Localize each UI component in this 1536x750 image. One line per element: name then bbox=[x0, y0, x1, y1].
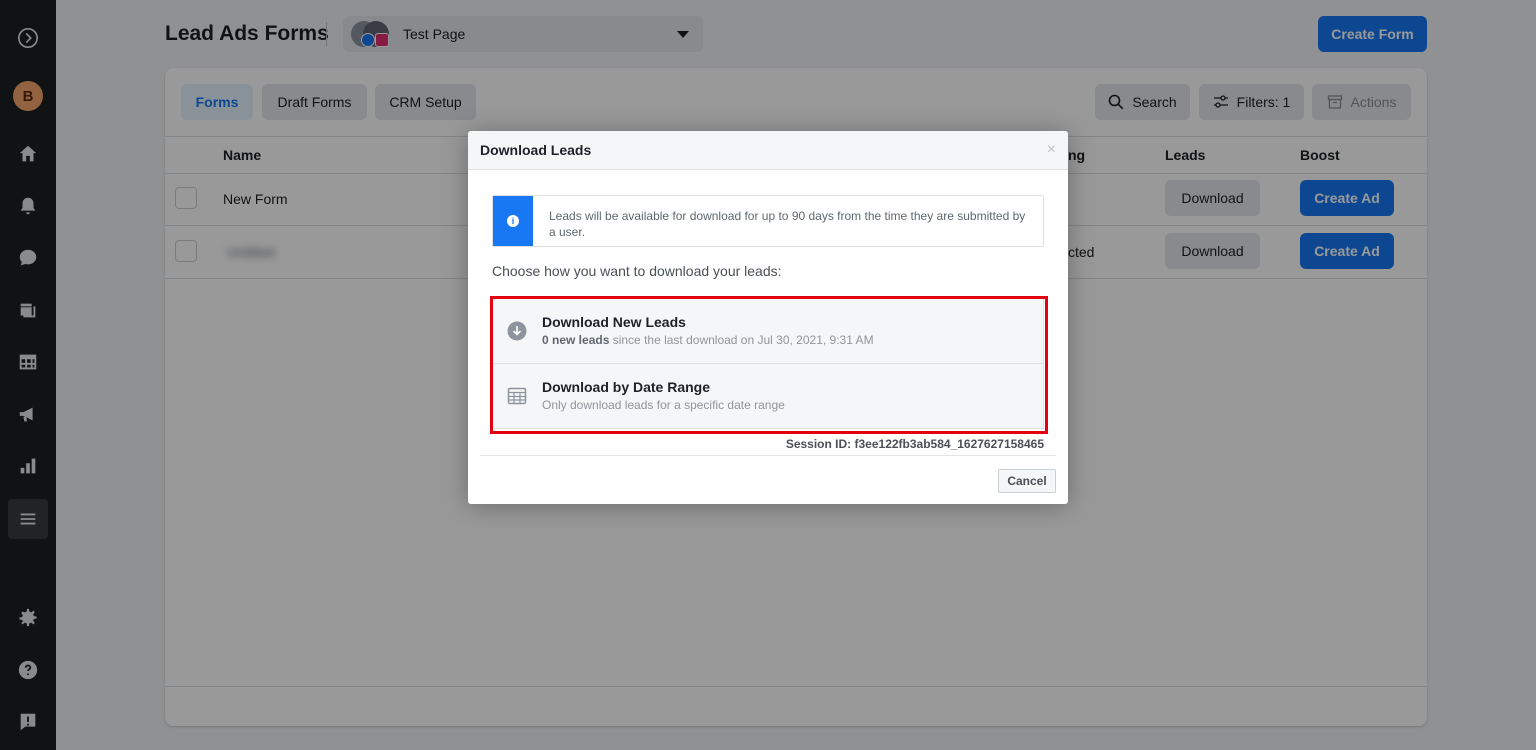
session-id: Session ID: f3ee122fb3ab584_162762715846… bbox=[785, 437, 1044, 451]
close-icon[interactable]: × bbox=[1047, 141, 1056, 159]
info-icon: i bbox=[507, 215, 519, 227]
highlight-annotation-box bbox=[490, 296, 1048, 434]
info-bar: i bbox=[493, 196, 533, 246]
dialog-header: Download Leads × bbox=[468, 131, 1068, 170]
dialog-footer-divider bbox=[480, 455, 1056, 456]
info-notice: i Leads will be available for download f… bbox=[492, 195, 1044, 247]
dialog-title: Download Leads bbox=[480, 142, 592, 158]
info-text: Leads will be available for download for… bbox=[549, 209, 1026, 239]
cancel-button[interactable]: Cancel bbox=[998, 469, 1056, 493]
choose-instruction: Choose how you want to download your lea… bbox=[492, 263, 782, 279]
